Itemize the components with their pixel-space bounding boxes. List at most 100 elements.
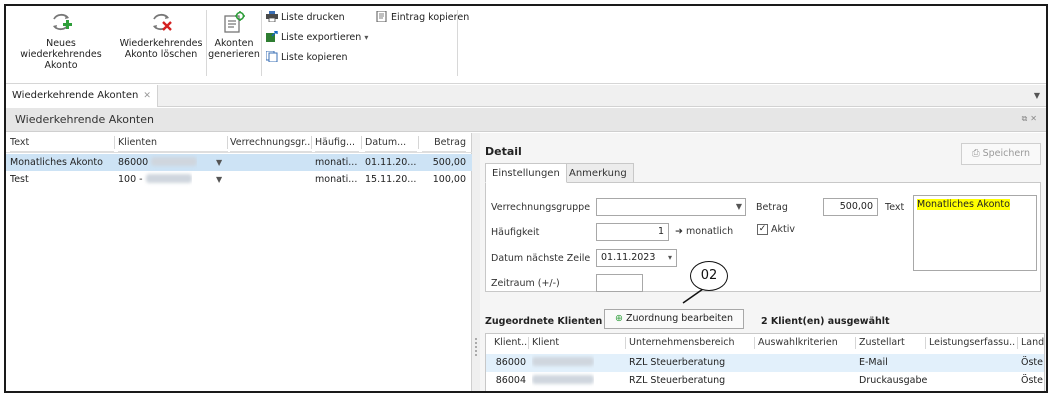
panel-header: Wiederkehrende Akonten ⧉✕ (6, 108, 1046, 132)
recurring-accounts-grid: Text Klienten Verrechnungsgr... Häufig..… (6, 133, 472, 391)
close-panel-icon[interactable]: ✕ (1030, 114, 1040, 123)
splitter-grip[interactable] (475, 338, 477, 356)
table-row[interactable]: Test 100 - ▼ monati... 15.11.20... 100,0… (6, 171, 472, 188)
row-client: 100 - (118, 174, 146, 185)
period-label: Zeitraum (+/-) (491, 278, 560, 289)
arrow-right-icon: ➜ (675, 226, 683, 237)
table-row[interactable]: 86004 RZL Steuerberatung Druckausgabe Ös… (486, 372, 1044, 390)
printer-icon (266, 11, 278, 22)
row-client: 86000 (118, 157, 149, 168)
client-nr: 86000 (495, 357, 526, 368)
column-divider (114, 136, 115, 149)
active-label: Aktiv (771, 224, 795, 235)
new-recurring-account-label: Neues wiederkehrendes Akonto (20, 38, 102, 71)
amount-input[interactable]: 500,00 (823, 198, 878, 216)
copy-entry-button[interactable]: Eintrag kopieren (376, 10, 469, 26)
delete-recurring-account-label: Wiederkehrendes Akonto löschen (119, 38, 203, 60)
export-icon (266, 31, 278, 42)
copy-entry-icon (376, 11, 387, 22)
chevron-down-icon[interactable]: ▼ (216, 171, 222, 188)
row-frequency: monati... (315, 157, 358, 168)
print-list-button[interactable]: Liste drucken (266, 10, 345, 26)
frequency-unit-label: monatlich (686, 226, 734, 237)
save-label: Speichern (982, 148, 1031, 159)
column-header-amount[interactable]: Betrag (422, 133, 466, 152)
copy-list-button[interactable]: Liste kopieren (266, 50, 348, 66)
new-recurring-account-button[interactable]: Neues wiederkehrendes Akonto (9, 10, 113, 71)
chevron-down-icon: ▼ (735, 202, 742, 211)
column-header-frequency[interactable]: Häufig... (315, 133, 359, 152)
client-delivery: Druckausgabe (859, 375, 928, 386)
frequency-unit: ➜ monatlich (675, 226, 733, 237)
row-frequency: monati... (315, 174, 358, 185)
next-date-label: Datum nächste Zeile (491, 253, 591, 264)
panel-title: Wiederkehrende Akonten (15, 113, 154, 126)
client-country: Öste (1021, 375, 1043, 386)
text-label: Text (885, 202, 905, 213)
tab-label: Wiederkehrende Akonten (12, 90, 139, 101)
text-value: Monatliches Akonto (917, 199, 1010, 210)
column-divider (418, 136, 419, 149)
assignment-icon: ⊕ (615, 313, 623, 324)
column-header-date[interactable]: Datum... (365, 133, 417, 152)
client-country: Öste (1021, 357, 1043, 368)
table-row[interactable]: Monatliches Akonto 86000 ▼ monati... 01.… (6, 154, 472, 171)
generate-accounts-button[interactable]: Akonten generieren (208, 10, 260, 60)
active-checkbox[interactable]: ✓ (757, 224, 768, 235)
period-input[interactable] (596, 274, 643, 292)
row-amount: 100,00 (432, 174, 466, 185)
redacted-name (532, 375, 594, 384)
delete-recurring-account-button[interactable]: Wiederkehrendes Akonto löschen (119, 10, 203, 60)
row-date: 01.11.20... (365, 157, 417, 168)
panel-splitter[interactable] (472, 133, 480, 391)
column-header-country[interactable]: Land (1021, 334, 1044, 352)
callout-badge: 02 (690, 261, 728, 291)
column-divider (925, 337, 926, 349)
save-button[interactable]: ⎙ Speichern (961, 143, 1041, 165)
column-header-business-area[interactable]: Unternehmensbereich (629, 334, 754, 352)
generate-icon (224, 11, 245, 33)
redacted-name (145, 174, 192, 183)
close-tab-icon[interactable]: ✕ (143, 91, 151, 101)
selected-clients-count: 2 Klient(en) ausgewählt (761, 316, 890, 327)
column-header-selection-criteria[interactable]: Auswahlkriterien (758, 334, 850, 352)
edit-assignment-label: Zuordnung bearbeiten (626, 313, 733, 324)
column-header-client-nr[interactable]: Klient... (494, 334, 528, 352)
row-text: Test (10, 174, 29, 185)
column-header-delivery[interactable]: Zustellart (859, 334, 925, 352)
row-client-cell: 100 - (118, 171, 192, 188)
save-icon: ⎙ (971, 148, 980, 159)
detail-title: Detail (485, 145, 522, 158)
column-header-text[interactable]: Text (10, 133, 114, 152)
amount-label: Betrag (756, 202, 788, 213)
next-date-picker[interactable]: 01.11.2023 ▾ (596, 249, 677, 267)
table-row[interactable]: 86000 RZL Steuerberatung E-Mail Öste (486, 354, 1044, 372)
billing-group-select[interactable]: ▼ (596, 198, 746, 216)
undock-icon[interactable]: ⧉ (1022, 114, 1031, 123)
column-header-clients[interactable]: Klienten (118, 133, 228, 152)
next-date-value: 01.11.2023 (601, 252, 656, 263)
ribbon-divider (261, 10, 262, 76)
settings-form: Verrechnungsgruppe ▼ Häufigkeit 1 ➜ mona… (485, 182, 1041, 292)
column-header-billing-group[interactable]: Verrechnungsgr... (230, 133, 312, 152)
assigned-clients-title: Zugeordnete Klienten (485, 316, 603, 327)
edit-assignment-button[interactable]: ⊕ Zuordnung bearbeiten (604, 309, 744, 329)
column-header-client[interactable]: Klient (532, 334, 622, 352)
client-name-cell (532, 354, 594, 372)
row-amount: 500,00 (432, 157, 466, 168)
client-business-area: RZL Steuerberatung (629, 357, 726, 368)
column-divider (528, 337, 529, 349)
row-text: Monatliches Akonto (10, 157, 103, 168)
tab-list-dropdown-icon[interactable]: ▼ (1034, 91, 1040, 100)
tab-wiederkehrende-akonten[interactable]: Wiederkehrende Akonten ✕ (6, 85, 158, 107)
tab-einstellungen[interactable]: Einstellungen (485, 163, 567, 183)
frequency-input[interactable]: 1 (596, 223, 669, 241)
document-tab-strip: Wiederkehrende Akonten ✕ ▼ (6, 85, 1046, 107)
frequency-label: Häufigkeit (491, 227, 540, 238)
client-business-area: RZL Steuerberatung (629, 375, 726, 386)
column-header-service-recording[interactable]: Leistungserfassu... (929, 334, 1015, 352)
chevron-down-icon[interactable]: ▼ (216, 154, 222, 171)
tab-anmerkung[interactable]: Anmerkung (562, 163, 634, 183)
text-field[interactable]: Monatliches Akonto (913, 195, 1037, 271)
export-list-button[interactable]: Liste exportieren ▾ (266, 30, 368, 46)
